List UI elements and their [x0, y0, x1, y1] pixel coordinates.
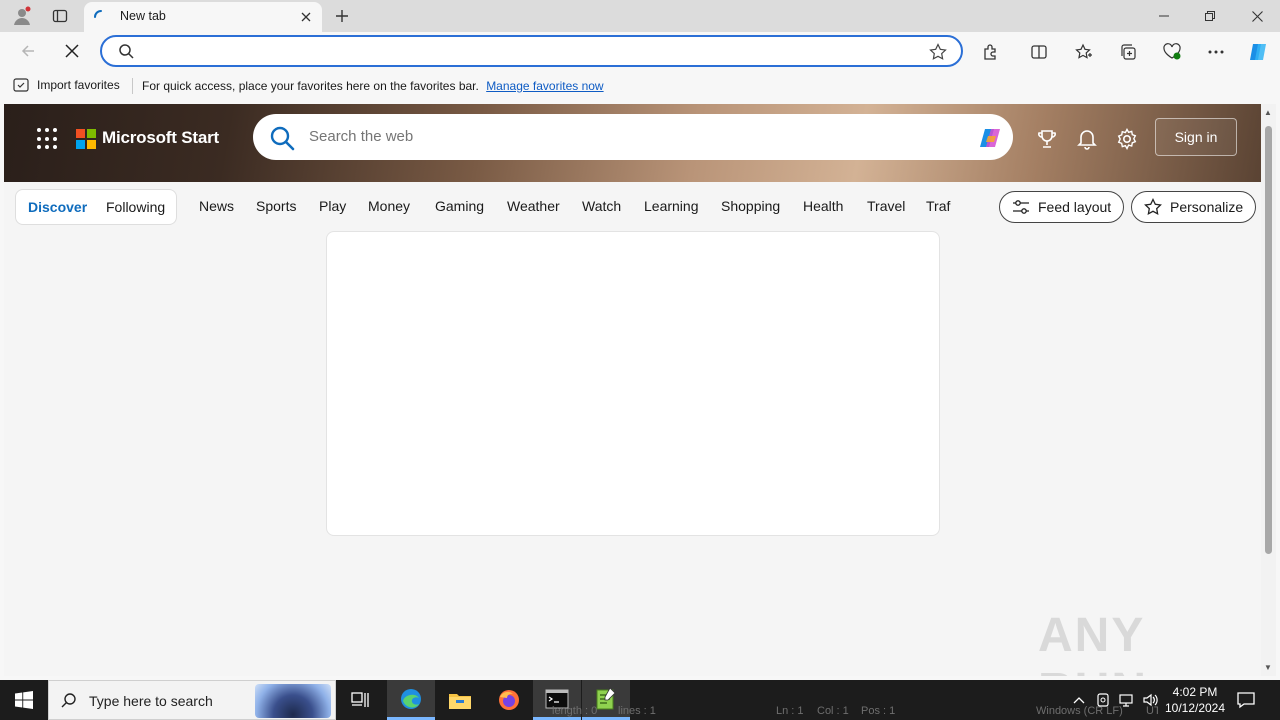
browser-essentials-icon[interactable] — [1159, 39, 1185, 65]
status-pos: Pos : 1 — [861, 705, 896, 717]
split-screen-icon[interactable] — [1026, 39, 1052, 65]
network-icon[interactable] — [1119, 692, 1135, 708]
sign-in-button[interactable]: Sign in — [1155, 118, 1237, 156]
nav-item-news[interactable]: News — [199, 198, 234, 214]
minimize-icon[interactable] — [1141, 0, 1187, 32]
more-options-icon[interactable] — [1203, 39, 1229, 65]
system-clock[interactable]: 4:02 PM 10/12/2024 — [1160, 684, 1230, 716]
browser-toolbar — [0, 32, 1280, 70]
manage-favorites-link[interactable]: Manage favorites now — [486, 79, 603, 93]
extensions-icon[interactable] — [978, 39, 1004, 65]
import-favorites-button[interactable]: Import favorites — [13, 78, 120, 92]
favorites-bar: Import favorites For quick access, place… — [0, 70, 1280, 102]
close-tab-icon[interactable] — [298, 9, 314, 25]
nav-item-watch[interactable]: Watch — [582, 198, 621, 214]
nav-item-gaming[interactable]: Gaming — [435, 198, 484, 214]
personalize-button[interactable]: Personalize — [1131, 191, 1257, 223]
stop-loading-icon[interactable] — [58, 37, 86, 65]
nav-item-travel[interactable]: Travel — [867, 198, 905, 214]
clock-date: 10/12/2024 — [1164, 701, 1226, 715]
close-window-icon[interactable] — [1234, 0, 1280, 32]
notifications-bell-icon[interactable] — [1074, 126, 1100, 152]
status-col: Col : 1 — [817, 705, 849, 717]
search-highlight-image — [255, 684, 331, 718]
import-favorites-icon — [13, 78, 29, 92]
status-length: length : 0 — [552, 705, 598, 717]
tab-new-tab[interactable]: New tab — [84, 2, 322, 32]
feed-toggle: Discover Following — [15, 189, 177, 225]
scrollbar-thumb[interactable] — [1265, 126, 1272, 554]
new-tab-icon[interactable] — [330, 4, 354, 28]
add-favorite-star-icon[interactable] — [929, 43, 947, 66]
favorites-message: For quick access, place your favorites h… — [142, 79, 604, 93]
nav-item-health[interactable]: Health — [803, 198, 843, 214]
sliders-icon — [1013, 200, 1029, 214]
status-lines: lines : 1 — [618, 705, 656, 717]
hero-header: Microsoft Start Sign in — [4, 104, 1261, 182]
task-view-icon[interactable] — [336, 680, 384, 720]
nav-item-sports[interactable]: Sports — [256, 198, 296, 214]
favorites-divider — [132, 78, 133, 94]
scroll-down-icon[interactable]: ▼ — [1264, 663, 1272, 672]
feed-layout-button[interactable]: Feed layout — [999, 191, 1125, 223]
import-favorites-label: Import favorites — [37, 78, 120, 92]
nav-item-money[interactable]: Money — [368, 198, 410, 214]
content-card-placeholder — [326, 231, 940, 536]
sparkle-star-icon — [1144, 198, 1162, 216]
copilot-icon[interactable] — [1245, 39, 1271, 65]
scroll-up-icon[interactable]: ▲ — [1264, 108, 1272, 117]
loading-icon — [94, 10, 108, 24]
tab-discover[interactable]: Discover — [28, 199, 87, 215]
personalize-label: Personalize — [1170, 199, 1244, 215]
nav-item-shopping[interactable]: Shopping — [721, 198, 780, 214]
microsoft-logo-icon — [76, 129, 96, 149]
browser-titlebar: New tab — [0, 0, 1280, 32]
profile-icon[interactable] — [8, 3, 36, 29]
favorites-message-text: For quick access, place your favorites h… — [142, 79, 479, 93]
collections-icon[interactable] — [1115, 39, 1141, 65]
web-search-input[interactable] — [309, 128, 909, 145]
category-nav: News Sports Play Money Gaming Weather Wa… — [192, 190, 952, 226]
nav-item-traffic[interactable]: Traf — [926, 198, 950, 214]
windows-start-icon[interactable] — [0, 680, 48, 720]
rewards-trophy-icon[interactable] — [1034, 126, 1060, 152]
web-search-box[interactable] — [253, 114, 1013, 160]
search-icon — [269, 125, 295, 156]
windows-taskbar: Type here to search length : 0 lines : 1… — [0, 680, 1280, 720]
back-icon[interactable] — [14, 37, 42, 65]
feed-layout-label: Feed layout — [1038, 199, 1112, 215]
restore-icon[interactable] — [1187, 0, 1233, 32]
brand-title[interactable]: Microsoft Start — [102, 128, 219, 148]
vertical-scrollbar[interactable]: ▲ ▼ — [1261, 104, 1276, 676]
nav-item-learning[interactable]: Learning — [644, 198, 699, 214]
address-input[interactable] — [142, 41, 902, 61]
favorites-icon[interactable] — [1071, 39, 1097, 65]
taskbar-search-placeholder: Type here to search — [89, 693, 213, 709]
search-icon — [118, 43, 134, 64]
volume-icon[interactable] — [1143, 692, 1159, 708]
nav-item-play[interactable]: Play — [319, 198, 346, 214]
tab-following[interactable]: Following — [106, 199, 165, 215]
search-icon — [61, 692, 77, 713]
nav-item-weather[interactable]: Weather — [507, 198, 560, 214]
taskbar-search-box[interactable]: Type here to search — [48, 680, 336, 720]
status-ln: Ln : 1 — [776, 705, 804, 717]
settings-gear-icon[interactable] — [1114, 126, 1140, 152]
address-bar[interactable] — [100, 35, 963, 67]
copilot-search-icon[interactable] — [977, 124, 1005, 152]
firefox-icon[interactable] — [485, 680, 533, 720]
page-viewport: Microsoft Start Sign in Discover Followi… — [4, 104, 1261, 676]
device-tray-icon[interactable] — [1095, 692, 1111, 708]
anyrun-watermark: ANY RUN — [1038, 609, 1146, 676]
tab-title: New tab — [120, 9, 166, 23]
edge-taskbar-icon[interactable] — [387, 680, 435, 720]
app-launcher-icon[interactable] — [37, 128, 59, 150]
tab-actions-icon[interactable] — [46, 3, 74, 29]
show-hidden-icons-chevron-icon[interactable] — [1071, 692, 1087, 708]
file-explorer-icon[interactable] — [436, 680, 484, 720]
notifications-icon[interactable] — [1236, 690, 1256, 715]
clock-time: 4:02 PM — [1172, 685, 1218, 699]
